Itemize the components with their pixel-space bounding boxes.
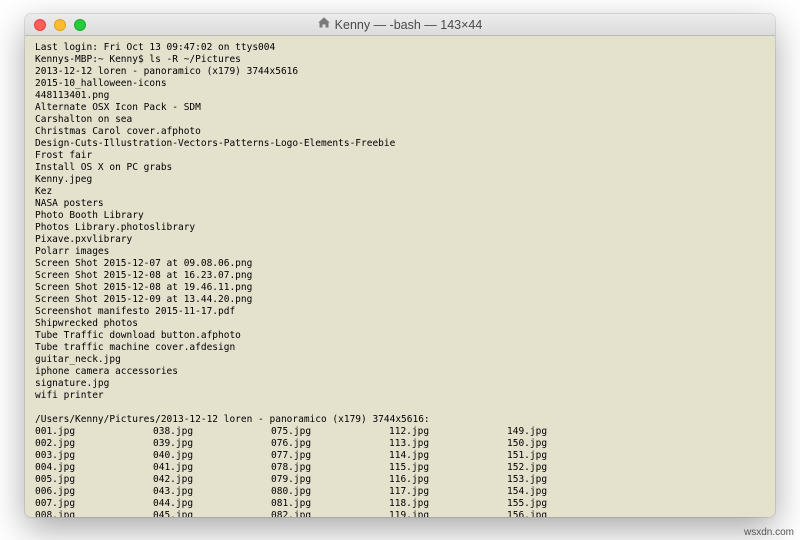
list-item: Carshalton on sea [35,114,765,126]
list-item: 040.jpg [153,450,271,462]
list-item: Screenshot manifesto 2015-11-17.pdf [35,306,765,318]
list-item: 114.jpg [389,450,507,462]
list-item: Screen Shot 2015-12-08 at 16.23.07.png [35,270,765,282]
list-item: 075.jpg [271,426,389,438]
list-item: 079.jpg [271,474,389,486]
list-item: 043.jpg [153,486,271,498]
list-item: 076.jpg [271,438,389,450]
list-item: 112.jpg [389,426,507,438]
list-item: Polarr images [35,246,765,258]
attribution: wsxdn.com [744,527,794,538]
list-item: 2013-12-12 loren - panoramico (x179) 374… [35,66,765,78]
titlebar[interactable]: Kenny — -bash — 143×44 [25,14,775,36]
list-item: 042.jpg [153,474,271,486]
list-item: Photos Library.photoslibrary [35,222,765,234]
list-item: 149.jpg [507,426,625,438]
list-item: 154.jpg [507,486,625,498]
list-item: Install OS X on PC grabs [35,162,765,174]
list-item: Kez [35,186,765,198]
list-item: Alternate OSX Icon Pack - SDM [35,102,765,114]
list-item: 150.jpg [507,438,625,450]
file-column: 038.jpg039.jpg040.jpg041.jpg042.jpg043.j… [153,426,271,517]
window-title: Kenny — -bash — 143×44 [25,17,775,32]
zoom-icon[interactable] [74,19,86,31]
list-item: 005.jpg [35,474,153,486]
file-column: 149.jpg150.jpg151.jpg152.jpg153.jpg154.j… [507,426,625,517]
list-item: 045.jpg [153,510,271,517]
list-item: 041.jpg [153,462,271,474]
list-item: guitar_neck.jpg [35,354,765,366]
terminal-window: Kenny — -bash — 143×44 Last login: Fri O… [25,14,775,517]
list-item: 153.jpg [507,474,625,486]
list-item: 038.jpg [153,426,271,438]
list-item: 151.jpg [507,450,625,462]
file-listing: 2013-12-12 loren - panoramico (x179) 374… [35,66,765,402]
list-item: Photo Booth Library [35,210,765,222]
list-item: 081.jpg [271,498,389,510]
list-item: 2015-10_halloween-icons [35,78,765,90]
file-column: 075.jpg076.jpg077.jpg078.jpg079.jpg080.j… [271,426,389,517]
list-item: 039.jpg [153,438,271,450]
list-item: 044.jpg [153,498,271,510]
list-item: 118.jpg [389,498,507,510]
list-item: 007.jpg [35,498,153,510]
list-item: 080.jpg [271,486,389,498]
prompt-line: Kennys-MBP:~ Kenny$ ls -R ~/Pictures [35,54,765,66]
window-title-text: Kenny — -bash — 143×44 [335,18,483,32]
list-item: 115.jpg [389,462,507,474]
list-item: Design-Cuts-Illustration-Vectors-Pattern… [35,138,765,150]
list-item: wifi printer [35,390,765,402]
terminal-content[interactable]: Last login: Fri Oct 13 09:47:02 on ttys0… [25,36,775,517]
list-item: 119.jpg [389,510,507,517]
list-item: iphone camera accessories [35,366,765,378]
list-item: 117.jpg [389,486,507,498]
close-icon[interactable] [34,19,46,31]
list-item: Screen Shot 2015-12-07 at 09.08.06.png [35,258,765,270]
list-item: 003.jpg [35,450,153,462]
minimize-icon[interactable] [54,19,66,31]
list-item: 448113401.png [35,90,765,102]
list-item: NASA posters [35,198,765,210]
file-column: 001.jpg002.jpg003.jpg004.jpg005.jpg006.j… [35,426,153,517]
blank-line [35,402,765,414]
list-item: 004.jpg [35,462,153,474]
list-item: 001.jpg [35,426,153,438]
list-item: Pixave.pxvlibrary [35,234,765,246]
list-item: 156.jpg [507,510,625,517]
subdir-listing: 001.jpg002.jpg003.jpg004.jpg005.jpg006.j… [35,426,765,517]
list-item: 002.jpg [35,438,153,450]
list-item: 113.jpg [389,438,507,450]
list-item: Kenny.jpeg [35,174,765,186]
list-item: 155.jpg [507,498,625,510]
list-item: 116.jpg [389,474,507,486]
list-item: 008.jpg [35,510,153,517]
traffic-lights [25,19,86,31]
file-column: 112.jpg113.jpg114.jpg115.jpg116.jpg117.j… [389,426,507,517]
last-login-line: Last login: Fri Oct 13 09:47:02 on ttys0… [35,42,765,54]
list-item: 078.jpg [271,462,389,474]
list-item: 082.jpg [271,510,389,517]
list-item: Tube Traffic download button.afphoto [35,330,765,342]
subdir-header: /Users/Kenny/Pictures/2013-12-12 loren -… [35,414,765,426]
list-item: Screen Shot 2015-12-09 at 13.44.20.png [35,294,765,306]
home-icon [318,17,330,32]
list-item: Christmas Carol cover.afphoto [35,126,765,138]
list-item: 006.jpg [35,486,153,498]
list-item: Frost fair [35,150,765,162]
list-item: Shipwrecked photos [35,318,765,330]
list-item: 077.jpg [271,450,389,462]
list-item: Screen Shot 2015-12-08 at 19.46.11.png [35,282,765,294]
list-item: Tube traffic machine cover.afdesign [35,342,765,354]
list-item: signature.jpg [35,378,765,390]
list-item: 152.jpg [507,462,625,474]
